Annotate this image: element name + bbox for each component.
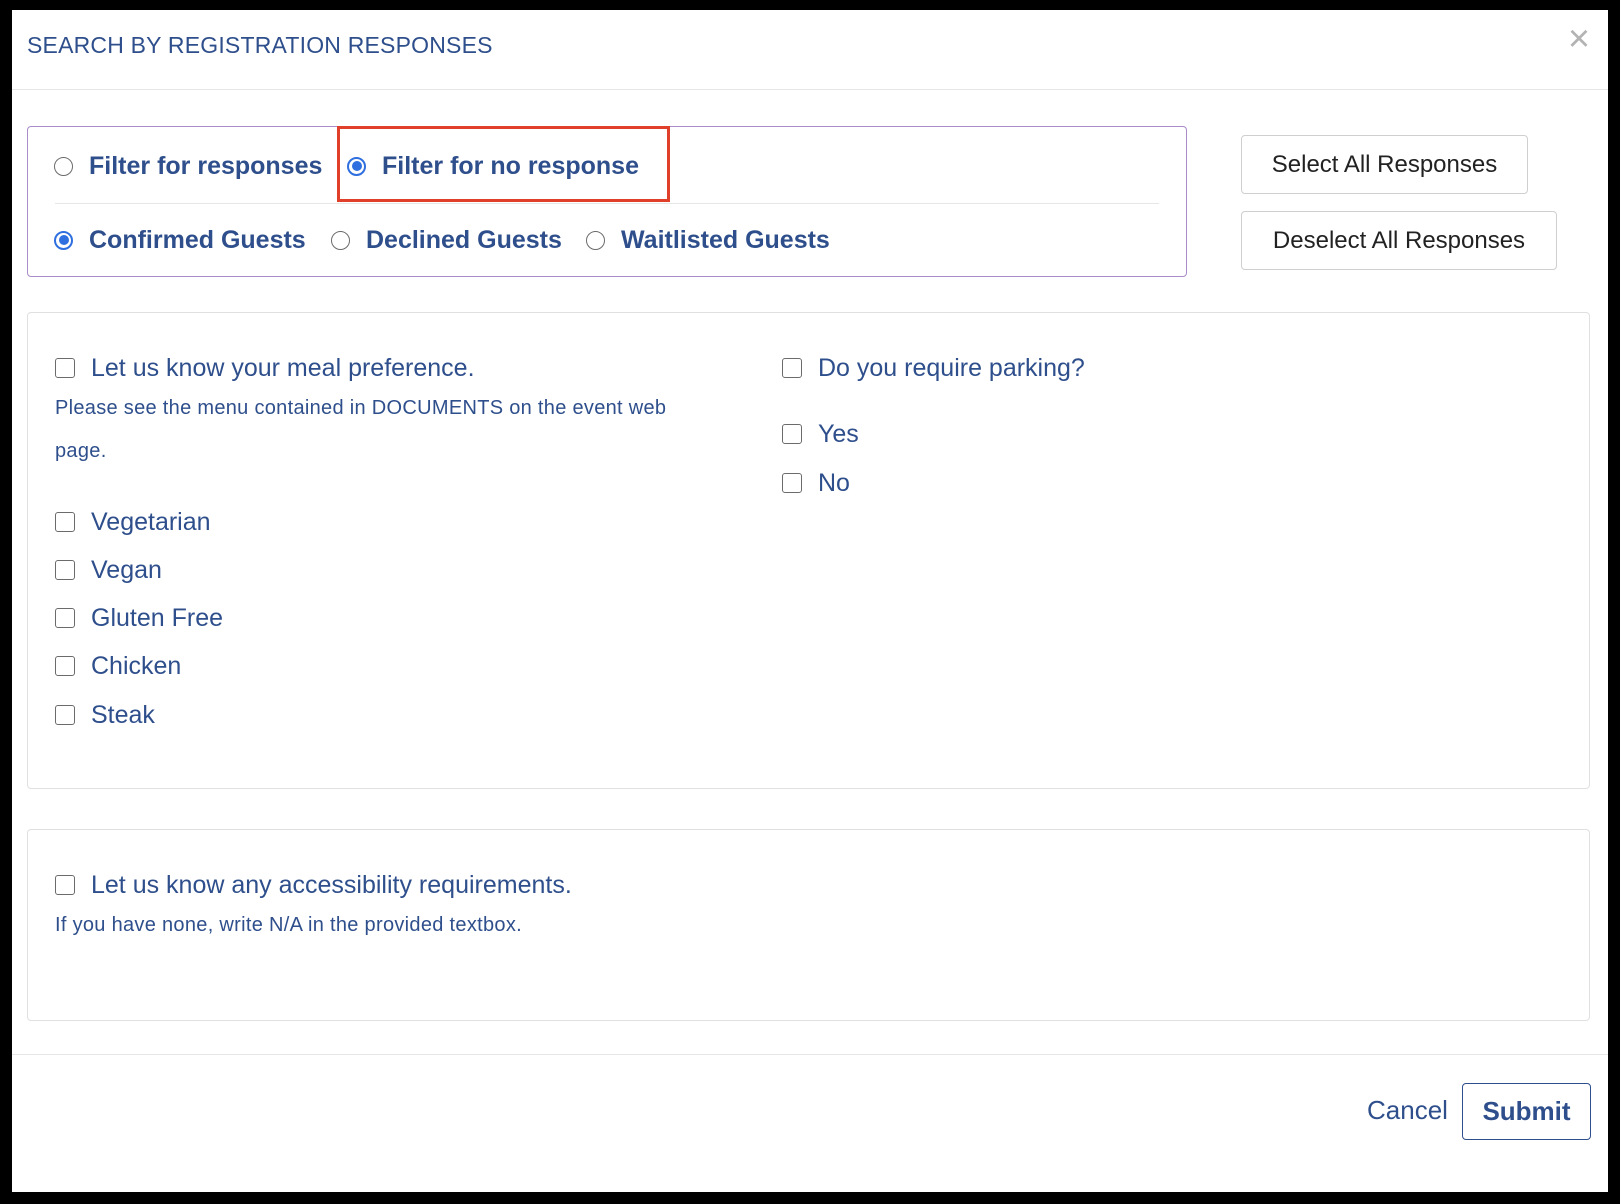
option-label: Gluten Free bbox=[91, 603, 224, 632]
questions-panel: Let us know your meal preference. Please… bbox=[27, 312, 1590, 789]
option-label: Chicken bbox=[91, 651, 182, 680]
helper-line: Please see the menu contained in DOCUMEN… bbox=[55, 397, 667, 419]
select-all-responses-button[interactable]: Select All Responses bbox=[1241, 135, 1528, 194]
question-label: Let us know any accessibility requiremen… bbox=[91, 870, 572, 899]
radio-confirmed-guests[interactable]: Confirmed Guests bbox=[54, 225, 306, 255]
checkbox[interactable] bbox=[782, 424, 802, 444]
checkbox[interactable] bbox=[55, 358, 75, 378]
deselect-all-responses-button[interactable]: Deselect All Responses bbox=[1241, 211, 1557, 270]
checkbox[interactable] bbox=[55, 512, 75, 532]
radio-button[interactable] bbox=[331, 230, 350, 250]
checkbox-parking-no[interactable]: No bbox=[782, 468, 850, 498]
radio-filter-for-responses[interactable]: Filter for responses bbox=[54, 151, 322, 181]
checkbox[interactable] bbox=[55, 705, 75, 725]
checkbox-vegan[interactable]: Vegan bbox=[55, 555, 162, 585]
cancel-link[interactable]: Cancel bbox=[1367, 1095, 1448, 1126]
checkbox-vegetarian[interactable]: Vegetarian bbox=[55, 507, 211, 537]
filter-options-box: Filter for responses Filter for no respo… bbox=[27, 126, 1187, 277]
checkbox-chicken[interactable]: Chicken bbox=[55, 651, 181, 681]
modal-title: SEARCH BY REGISTRATION RESPONSES bbox=[27, 32, 493, 58]
radio-button[interactable] bbox=[54, 230, 73, 250]
helper-line: page. bbox=[55, 440, 107, 462]
checkbox[interactable] bbox=[55, 656, 75, 676]
checkbox[interactable] bbox=[55, 875, 75, 895]
checkbox-accessibility[interactable]: Let us know any accessibility requiremen… bbox=[55, 870, 572, 900]
filter-divider bbox=[55, 203, 1159, 204]
modal-footer: Cancel Submit bbox=[12, 1054, 1608, 1192]
close-icon[interactable]: × bbox=[1562, 20, 1596, 58]
checkbox[interactable] bbox=[782, 358, 802, 378]
radio-label: Declined Guests bbox=[366, 225, 562, 254]
question-label: Do you require parking? bbox=[818, 353, 1085, 382]
checkbox-parking[interactable]: Do you require parking? bbox=[782, 353, 1085, 383]
radio-label: Waitlisted Guests bbox=[621, 225, 830, 254]
radio-button[interactable] bbox=[586, 230, 605, 250]
registration-search-modal: SEARCH BY REGISTRATION RESPONSES × Filte… bbox=[12, 10, 1608, 1192]
option-label: Yes bbox=[818, 419, 859, 448]
checkbox-gluten-free[interactable]: Gluten Free bbox=[55, 603, 223, 633]
option-label: No bbox=[818, 468, 850, 497]
radio-button[interactable] bbox=[54, 156, 73, 176]
radio-button[interactable] bbox=[347, 156, 366, 176]
checkbox[interactable] bbox=[55, 608, 75, 628]
radio-label: Filter for no response bbox=[382, 151, 639, 180]
radio-label: Filter for responses bbox=[89, 151, 323, 180]
meal-helper-text: Please see the menu contained in DOCUMEN… bbox=[55, 387, 666, 473]
radio-filter-for-no-response[interactable]: Filter for no response bbox=[347, 151, 639, 181]
checkbox-meal-preference[interactable]: Let us know your meal preference. bbox=[55, 353, 475, 383]
radio-waitlisted-guests[interactable]: Waitlisted Guests bbox=[586, 225, 830, 255]
modal-header: SEARCH BY REGISTRATION RESPONSES × bbox=[12, 10, 1608, 90]
submit-button[interactable]: Submit bbox=[1462, 1083, 1591, 1140]
checkbox[interactable] bbox=[55, 560, 75, 580]
option-label: Vegetarian bbox=[91, 507, 211, 536]
checkbox[interactable] bbox=[782, 473, 802, 493]
checkbox-parking-yes[interactable]: Yes bbox=[782, 419, 859, 449]
radio-label: Confirmed Guests bbox=[89, 225, 306, 254]
accessibility-panel: Let us know any accessibility requiremen… bbox=[27, 829, 1590, 1021]
checkbox-steak[interactable]: Steak bbox=[55, 700, 155, 730]
question-label: Let us know your meal preference. bbox=[91, 353, 475, 382]
radio-declined-guests[interactable]: Declined Guests bbox=[331, 225, 562, 255]
option-label: Vegan bbox=[91, 555, 162, 584]
accessibility-helper-text: If you have none, write N/A in the provi… bbox=[55, 914, 522, 936]
option-label: Steak bbox=[91, 700, 155, 729]
